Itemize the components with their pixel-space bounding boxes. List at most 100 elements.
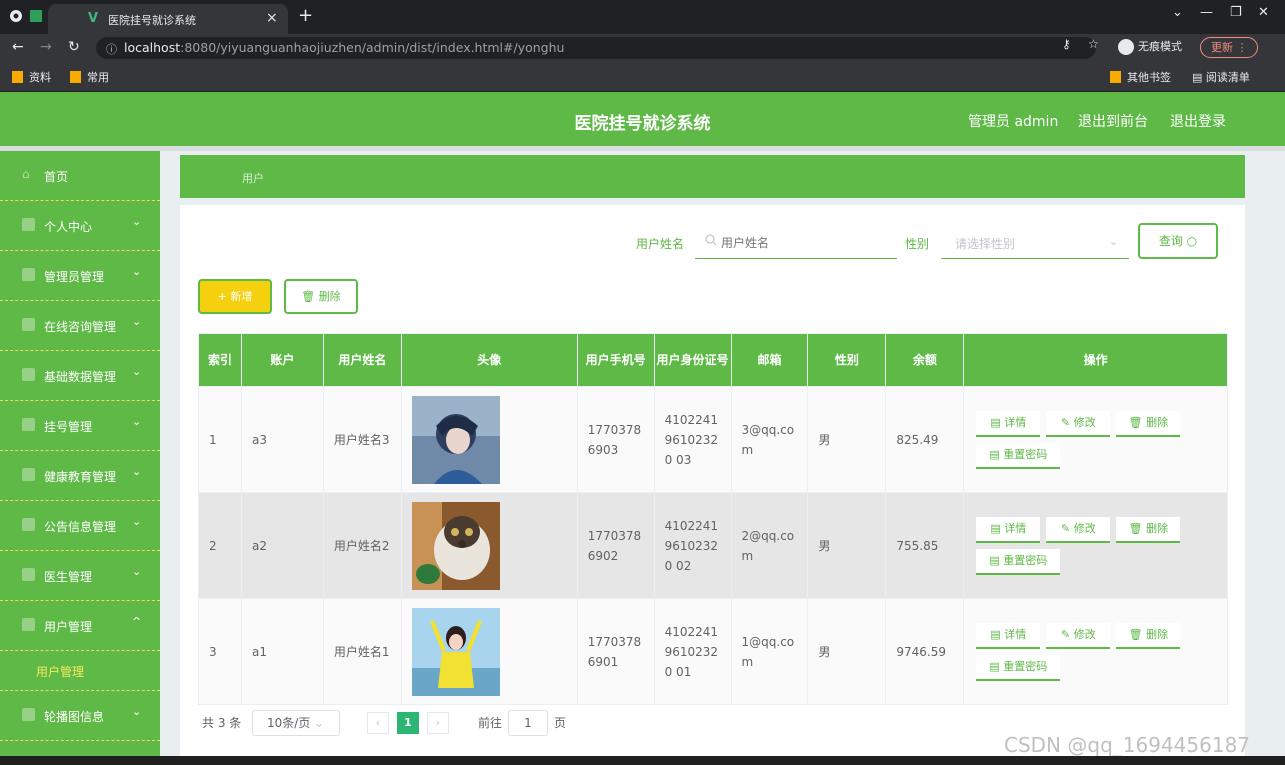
avatar-image[interactable] <box>411 501 500 590</box>
sidebar-item-users[interactable]: 用户管理 ^ <box>0 601 160 651</box>
goto-suffix: 页 <box>554 716 567 730</box>
goto-page-input[interactable]: 1 <box>508 710 548 736</box>
breadcrumb-bar: 用户 <box>180 155 1245 198</box>
cell-email: 3@qq.com <box>730 386 809 493</box>
breadcrumb[interactable]: 用户 <box>242 170 264 186</box>
update-button[interactable]: 更新 ⋮ <box>1200 37 1258 58</box>
exit-to-front-link[interactable]: 退出到前台 <box>1078 111 1148 131</box>
address-bar[interactable]: ⓘ localhost:8080/yiyuanguanhaojiuzhen/ad… <box>96 37 1096 59</box>
chevron-down-icon: ⌄ <box>1109 235 1119 248</box>
sidebar-item-admins[interactable]: 管理员管理 ⌄ <box>0 251 160 301</box>
cell-ops: ▤ 详情 ✎ 修改 🗑 删除 ▤ 重置密码 <box>963 386 1228 493</box>
bookmark-star-icon[interactable]: ☆ <box>1088 37 1099 51</box>
cell-name: 用户姓名3 <box>322 386 402 493</box>
tab-close-icon[interactable]: × <box>266 10 278 26</box>
cell-email: 1@qq.com <box>730 598 809 705</box>
cell-email: 2@qq.com <box>730 492 809 599</box>
restore-icon[interactable]: ❐ <box>1230 5 1242 20</box>
delete-button[interactable]: 🗑 删除 <box>1116 623 1181 649</box>
table-row[interactable]: 1 a3 用户姓名3 17703786903 410224196102320 0… <box>198 386 1228 493</box>
batch-delete-button[interactable]: 🗑 删除 <box>284 279 358 314</box>
sidebar-item-doctors[interactable]: 医生管理 ⌄ <box>0 551 160 601</box>
detail-button[interactable]: ▤ 详情 <box>976 411 1041 437</box>
name-search-input[interactable] <box>695 227 897 259</box>
table-row[interactable]: 2 a2 用户姓名2 17703786902 410224196102320 0… <box>198 492 1228 599</box>
new-tab-button[interactable]: + <box>298 5 313 26</box>
avatar-image[interactable] <box>411 607 500 696</box>
bookmark-folder-0[interactable]: 资料 <box>12 69 51 85</box>
other-bookmarks[interactable]: 其他书签 <box>1110 69 1171 85</box>
col-header-email[interactable]: 邮箱 <box>730 333 809 387</box>
add-button[interactable]: + 新增 <box>198 279 272 314</box>
name-search-label: 用户姓名 <box>636 237 685 251</box>
vue-icon: V <box>88 11 99 26</box>
admin-icon <box>22 268 35 281</box>
query-button[interactable]: 查询 ○ <box>1138 223 1218 259</box>
col-header-name[interactable]: 用户姓名 <box>322 333 402 387</box>
cell-balance: 755.85 <box>885 492 965 599</box>
bookmark-folder-1[interactable]: 常用 <box>70 69 109 85</box>
reset-password-button[interactable]: ▤ 重置密码 <box>976 443 1061 469</box>
col-header-gender[interactable]: 性别 <box>807 333 887 387</box>
cell-gender: 男 <box>807 386 887 493</box>
cell-idcard: 410224196102320 02 <box>653 492 732 599</box>
cell-account: a1 <box>240 598 324 705</box>
sidebar-item-basedata[interactable]: 基础数据管理 ⌄ <box>0 351 160 401</box>
os-taskbar <box>0 756 1285 765</box>
sidebar-item-notice[interactable]: 公告信息管理 ⌄ <box>0 501 160 551</box>
edit-button[interactable]: ✎ 修改 <box>1046 411 1111 437</box>
edit-button[interactable]: ✎ 修改 <box>1046 623 1111 649</box>
logout-link[interactable]: 退出登录 <box>1170 111 1226 131</box>
sidebar-item-home[interactable]: ⌂ 首页 <box>0 151 160 201</box>
browser-tab-active[interactable]: V 医院挂号就诊系统 × <box>48 4 288 34</box>
cell-account: a2 <box>240 492 324 599</box>
table-row[interactable]: 3 a1 用户姓名1 17703786901 410224196102320 0… <box>198 598 1228 705</box>
chevron-down-icon: ⌄ <box>132 315 142 328</box>
incognito-indicator[interactable]: 无痕模式 <box>1118 37 1182 57</box>
delete-button[interactable]: 🗑 删除 <box>1116 411 1181 437</box>
window-close-icon[interactable]: ✕ <box>1258 5 1269 20</box>
next-page-button[interactable]: › <box>427 712 449 734</box>
cell-name: 用户姓名1 <box>322 598 402 705</box>
sidebar-item-registration[interactable]: 挂号管理 ⌄ <box>0 401 160 451</box>
admin-label: 管理员 admin <box>968 114 1059 130</box>
reading-list[interactable]: ▤ 阅读清单 <box>1192 69 1250 85</box>
page-size-select[interactable]: 10条/页 ⌄ <box>252 710 340 736</box>
col-header-phone[interactable]: 用户手机号 <box>576 333 655 387</box>
reset-password-button[interactable]: ▤ 重置密码 <box>976 655 1061 681</box>
sidebar-item-personal[interactable]: 个人中心 ⌄ <box>0 201 160 251</box>
header-divider <box>0 146 1285 151</box>
edit-button[interactable]: ✎ 修改 <box>1046 517 1111 543</box>
col-header-balance[interactable]: 余额 <box>885 333 965 387</box>
sidebar-item-health-edu[interactable]: 健康教育管理 ⌄ <box>0 451 160 501</box>
avatar-image[interactable] <box>411 395 500 484</box>
col-header-idcard[interactable]: 用户身份证号 <box>653 333 732 387</box>
chevron-down-icon: ⌄ <box>132 565 142 578</box>
delete-button[interactable]: 🗑 删除 <box>1116 517 1181 543</box>
prev-page-button[interactable]: ‹ <box>367 712 389 734</box>
key-icon[interactable]: ⚷ <box>1062 37 1071 51</box>
cell-gender: 男 <box>807 598 887 705</box>
sidebar-item-carousel[interactable]: 轮播图信息 ⌄ <box>0 691 160 741</box>
back-icon[interactable]: ← <box>12 39 24 55</box>
tab-search-icon[interactable]: ⌄ <box>1172 5 1183 20</box>
chevron-up-icon: ^ <box>132 615 142 628</box>
gender-select[interactable]: 请选择性别 ⌄ <box>941 227 1129 259</box>
detail-button[interactable]: ▤ 详情 <box>976 517 1041 543</box>
table-header-row: 索引 账户 用户姓名 头像 用户手机号 用户身份证号 邮箱 性别 余额 操作 <box>198 333 1228 387</box>
col-header-avatar[interactable]: 头像 <box>400 333 578 387</box>
reset-password-button[interactable]: ▤ 重置密码 <box>976 549 1061 575</box>
col-header-index[interactable]: 索引 <box>198 333 242 387</box>
col-header-account[interactable]: 账户 <box>240 333 324 387</box>
app-pinned-icon[interactable] <box>28 8 44 24</box>
detail-button[interactable]: ▤ 详情 <box>976 623 1041 649</box>
sidebar-subitem-users[interactable]: 用户管理 <box>0 651 160 691</box>
reload-icon[interactable]: ↻ <box>68 39 80 55</box>
folder-icon <box>12 71 23 83</box>
page-number-current[interactable]: 1 <box>397 712 419 734</box>
cell-idcard: 410224196102320 01 <box>653 598 732 705</box>
site-info-icon[interactable]: ⓘ <box>106 41 117 57</box>
globe-icon[interactable] <box>8 8 24 24</box>
minimize-icon[interactable]: — <box>1200 5 1213 20</box>
sidebar-item-consult[interactable]: 在线咨询管理 ⌄ <box>0 301 160 351</box>
